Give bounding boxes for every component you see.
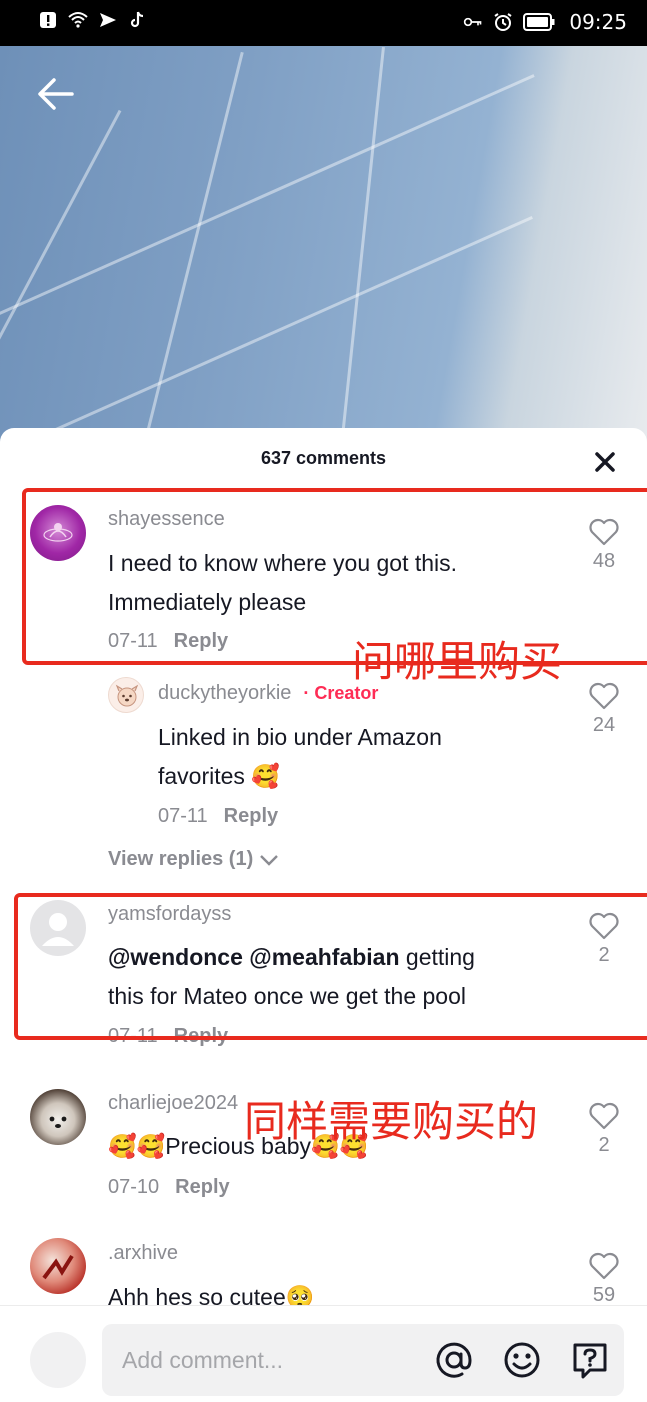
mention-link[interactable]: @meahfabian [249, 944, 399, 970]
comment-text-line: Immediately please [108, 589, 307, 615]
comment-input-bar [0, 1305, 647, 1402]
avatar[interactable] [108, 677, 144, 713]
comment-meta: 07-11 Reply [158, 805, 278, 828]
key-icon [464, 17, 482, 27]
send-icon [100, 13, 116, 27]
question-icon[interactable] [570, 1340, 610, 1380]
like-button[interactable]: 2 [584, 1102, 624, 1157]
comment-text-line: 🥰🥰Precious baby🥰🥰 [108, 1133, 369, 1159]
chevron-down-icon [259, 854, 278, 866]
floor-tile-line [0, 109, 122, 446]
comments-count-title: 637 comments [260, 448, 387, 468]
reply-button[interactable]: Reply [174, 630, 228, 652]
brand-logo-icon [43, 523, 73, 542]
view-replies-label: View replies (1) [108, 848, 254, 870]
avatar[interactable] [30, 1089, 86, 1145]
comment-date: 07-11 [108, 1025, 158, 1047]
emoji-icon[interactable] [502, 1340, 542, 1380]
comment-username[interactable]: yamsfordayss [108, 903, 231, 926]
comment-meta: 07-11 Reply [108, 630, 228, 653]
heart-icon [589, 1102, 619, 1130]
battery-icon [523, 13, 555, 31]
status-bar: 09:25 [0, 0, 647, 46]
status-time: 09:25 [569, 10, 627, 34]
close-icon[interactable] [593, 450, 617, 474]
floor-tile-line [0, 74, 535, 321]
video-player[interactable] [0, 46, 647, 446]
heart-icon [589, 682, 619, 710]
like-count: 48 [592, 550, 616, 572]
reply-button[interactable]: Reply [174, 1025, 228, 1047]
mention-at-icon[interactable] [434, 1340, 474, 1380]
comment-text-line: favorites 🥰 [158, 763, 280, 789]
tiktok-icon [130, 11, 144, 28]
avatar[interactable] [30, 505, 86, 561]
back-arrow-icon[interactable] [36, 74, 76, 114]
avatar[interactable] [30, 1238, 86, 1294]
comment-text-line: @wendonce @meahfabian getting [108, 938, 475, 977]
reply-username[interactable]: duckytheyorkie [158, 682, 291, 704]
floor-tile-line [338, 46, 385, 446]
comment-username: duckytheyorkie · Creator [158, 682, 378, 705]
comment-username[interactable]: .arxhive [108, 1242, 178, 1265]
status-right-icons: 09:25 [463, 10, 627, 34]
comment-date: 07-10 [108, 1176, 160, 1198]
comment-username[interactable]: charliejoe2024 [108, 1092, 238, 1115]
view-replies-button[interactable]: View replies (1) [108, 848, 279, 871]
like-count: 2 [598, 944, 610, 966]
like-button[interactable]: 2 [584, 912, 624, 967]
like-count: 2 [598, 1134, 610, 1156]
like-count: 59 [592, 1284, 616, 1306]
wifi-icon [68, 12, 88, 28]
comment-date: 07-11 [108, 630, 158, 652]
puppy-photo-icon [49, 1116, 67, 1128]
reply-button[interactable]: Reply [224, 805, 278, 827]
creator-badge: · Creator [303, 683, 379, 703]
comment-username[interactable]: shayessence [108, 508, 225, 531]
floor-tile-line [0, 215, 533, 446]
avatar[interactable] [30, 900, 86, 956]
comment-date: 07-11 [158, 805, 208, 827]
reply-button[interactable]: Reply [175, 1176, 229, 1198]
like-button[interactable]: 24 [584, 682, 624, 737]
comment-meta: 07-10 Reply [108, 1176, 230, 1199]
status-left-icons [38, 10, 148, 30]
like-count: 24 [592, 714, 616, 736]
comment-meta: 07-11 Reply [108, 1025, 228, 1048]
like-button[interactable]: 48 [584, 518, 624, 573]
heart-icon [589, 912, 619, 940]
comment-text: getting [399, 944, 475, 970]
comment-text-line: I need to know where you got this. [108, 550, 458, 576]
mention-link[interactable]: @wendonce [108, 944, 243, 970]
add-comment-input[interactable] [122, 1340, 422, 1380]
user-photo-icon [42, 1254, 74, 1280]
comment-text-line: this for Mateo once we get the pool [108, 983, 466, 1009]
my-avatar [30, 1332, 86, 1388]
default-user-icon [42, 913, 74, 946]
like-button[interactable]: 59 [584, 1252, 624, 1307]
heart-icon [589, 1252, 619, 1280]
comment-text-line: Linked in bio under Amazon [158, 724, 442, 750]
heart-icon [589, 518, 619, 546]
alert-icon [40, 12, 56, 28]
alarm-icon [494, 13, 512, 31]
comment-input-container [102, 1324, 624, 1396]
